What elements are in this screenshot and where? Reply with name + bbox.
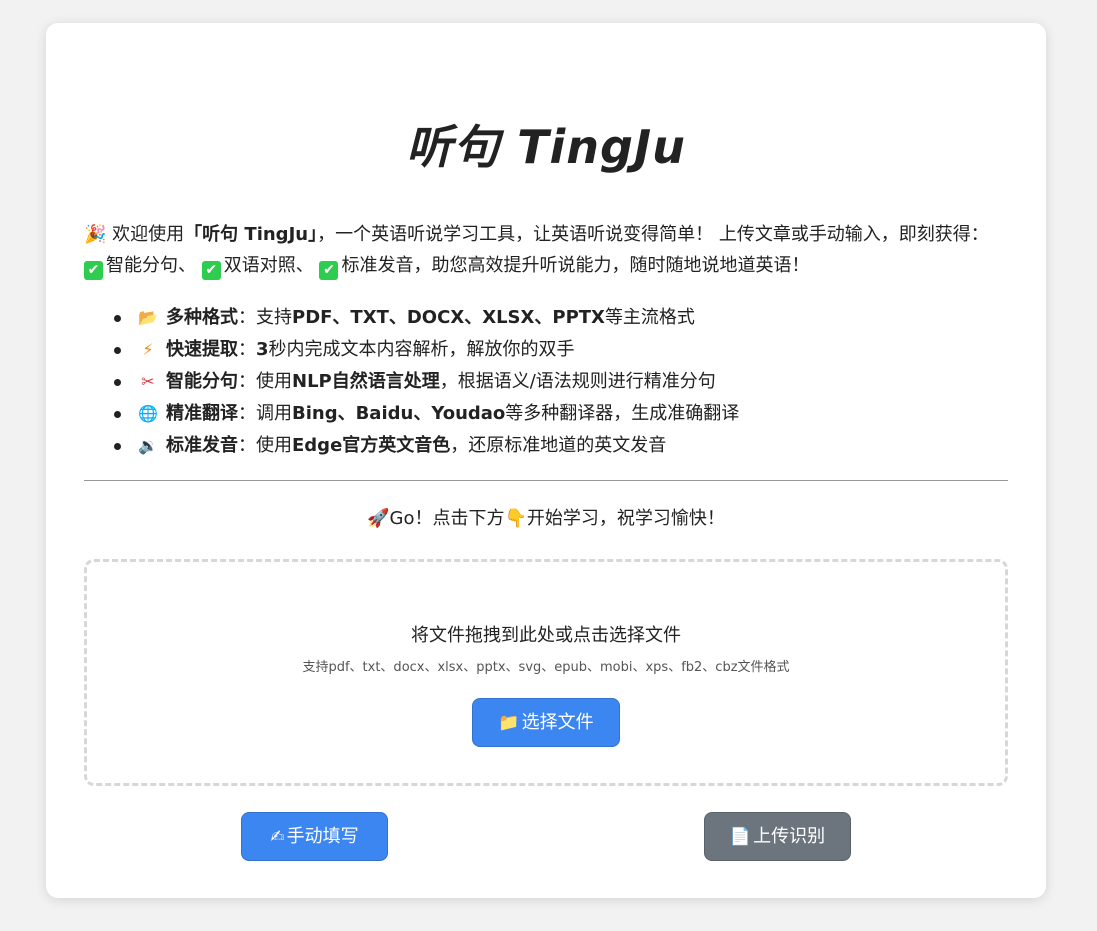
document-icon: 📄 (729, 827, 752, 847)
lightning-icon: ⚡ (142, 340, 154, 359)
intro-feature-3: 标准发音，助您高效提升听说能力，随时随地说地道英语！ (341, 255, 810, 276)
feature-separator: ： (238, 403, 256, 424)
check-icon: ✔ (84, 261, 103, 280)
feature-separator: ： (238, 371, 256, 392)
go-text-end: 开始学习，祝学习愉快！ (526, 508, 725, 529)
speaker-icon: 🔉 (138, 436, 158, 455)
writing-hand-icon: ✍ (270, 827, 285, 847)
main-card: 听句 TingJu 🎉 欢迎使用「听句 TingJu」，一个英语听说学习工具，让… (46, 23, 1046, 898)
feature-title: 快速提取 (166, 339, 238, 360)
feature-text: ，还原标准地道的英文发音 (450, 435, 667, 456)
manual-input-button[interactable]: ✍ 手动填写 (241, 812, 388, 861)
choose-file-button[interactable]: 📁 选择文件 (472, 698, 620, 747)
upload-recognize-label: 上传识别 (753, 826, 826, 847)
feature-highlight: NLP自然语言处理 (292, 371, 440, 392)
globe-icon: 🌐 (138, 404, 158, 423)
dropzone-title: 将文件拖拽到此处或点击选择文件 (411, 625, 681, 646)
check-icon: ✔ (319, 261, 339, 280)
feature-item: ✂ 智能分句：使用NLP自然语言处理，根据语义/语法规则进行精准分句 (114, 366, 1016, 398)
feature-text: 等多种翻译器，生成准确翻译 (505, 403, 740, 424)
feature-title: 智能分句 (166, 371, 238, 392)
upload-recognize-button[interactable]: 📄 上传识别 (704, 812, 851, 861)
feature-item: 🔉 标准发音：使用Edge官方英文音色，还原标准地道的英文发音 (114, 430, 1016, 462)
choose-file-label: 选择文件 (521, 712, 594, 733)
feature-highlight: 3 (256, 339, 269, 360)
feature-text: 调用 (256, 403, 292, 424)
scissors-icon: ✂ (141, 372, 155, 391)
feature-text: 使用 (256, 371, 292, 392)
manual-input-label: 手动填写 (286, 826, 359, 847)
feature-item: 🌐 精准翻译：调用Bing、Baidu、Youdao等多种翻译器，生成准确翻译 (114, 398, 1016, 430)
intro-feature-2: 双语对照、 (223, 255, 314, 276)
feature-text: 秒内完成文本内容解析，解放你的双手 (268, 339, 575, 360)
feature-item: 📂 多种格式：支持PDF、TXT、DOCX、XLSX、PPTX等主流格式 (114, 302, 1016, 334)
feature-item: ⚡ 快速提取：3秒内完成文本内容解析，解放你的双手 (114, 334, 1016, 366)
feature-separator: ： (238, 339, 256, 360)
intro-middle: ，一个英语听说学习工具，让英语听说变得简单！ 上传文章或手动输入，即刻获得： (317, 224, 989, 245)
feature-text: 支持 (256, 307, 292, 328)
party-icon: 🎉 (84, 224, 107, 245)
pointing-down-icon: 👇 (504, 508, 527, 529)
check-icon: ✔ (201, 261, 221, 280)
intro-lead: 欢迎使用 (106, 224, 185, 245)
dropzone-formats: 支持pdf、txt、docx、xlsx、pptx、svg、epub、mobi、x… (302, 660, 790, 675)
divider (84, 480, 1008, 481)
intro-brand: 「听句 TingJu」 (184, 224, 318, 245)
page-title: 听句 TingJu (406, 120, 686, 174)
feature-highlight: Bing、Baidu、Youdao (292, 403, 506, 424)
feature-title: 多种格式 (166, 307, 238, 328)
feature-separator: ： (238, 307, 256, 328)
folder-icon: 📁 (498, 713, 520, 733)
feature-separator: ： (238, 435, 256, 456)
go-text-start: Go！点击下方 (389, 508, 505, 529)
rocket-icon: 🚀 (367, 508, 390, 529)
feature-list: 📂 多种格式：支持PDF、TXT、DOCX、XLSX、PPTX等主流格式 ⚡ 快速提… (114, 302, 1016, 462)
feature-text: ，根据语义/语法规则进行精准分句 (439, 371, 716, 392)
feature-text: 等主流格式 (604, 307, 695, 328)
intro-feature-1: 智能分句、 (106, 255, 196, 276)
feature-highlight: Edge官方英文音色 (292, 435, 451, 456)
feature-highlight: PDF、TXT、DOCX、XLSX、PPTX (292, 307, 605, 328)
feature-title: 精准翻译 (166, 403, 238, 424)
go-message: 🚀Go！点击下方👇开始学习，祝学习愉快！ (46, 505, 1046, 533)
file-dropzone[interactable]: 将文件拖拽到此处或点击选择文件 支持pdf、txt、docx、xlsx、pptx… (84, 559, 1008, 786)
feature-title: 标准发音 (166, 435, 238, 456)
folder-icon: 📂 (138, 308, 158, 327)
feature-text: 使用 (256, 435, 292, 456)
intro-paragraph: 🎉 欢迎使用「听句 TingJu」，一个英语听说学习工具，让英语听说变得简单！ … (84, 219, 1014, 281)
